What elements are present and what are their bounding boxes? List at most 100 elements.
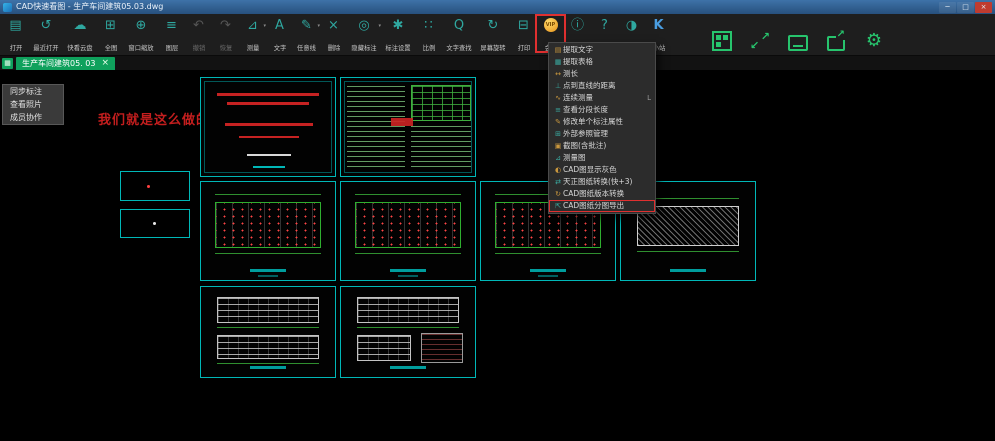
tab-label: 生产车间建筑05. 03 [22,58,95,69]
menu-item-measure-sheet[interactable]: ⊿测量图 [549,152,655,164]
tool-label: 全图 [104,44,117,52]
context-item-member-collab[interactable]: 成员协作 [3,111,63,124]
menu-item-edit-annotation-property[interactable]: ✎修改单个标注属性 [549,116,655,128]
fullscreen-icon[interactable]: ↗↙ [748,29,772,53]
menu-item-label: 外部参照管理 [563,128,608,140]
tool-print[interactable]: ⊟ 打印 [510,14,537,55]
tool-scale[interactable]: ∷比例 [415,14,442,55]
tool-recent[interactable]: ↺最近打开 [29,14,63,55]
maximize-button[interactable]: □ [957,2,974,13]
tool-freeline[interactable]: ✎▾任意线 [293,14,320,55]
menu-item-label: 天正图纸转换(快+3) [563,176,632,188]
split-export-icon: ⇱ [553,203,563,210]
sheet-caption [250,366,286,369]
measure-sheet-icon: ⊿ [553,155,563,162]
tool-cloud[interactable]: ☁ 快看云盘 [63,14,97,55]
drawing-list-icon[interactable]: ▦ [2,58,13,69]
tool-text[interactable]: A 文字 [266,14,293,55]
tool-label: 删除 [327,44,340,52]
menu-item-extract-table[interactable]: ▦提取表格 [549,56,655,68]
tool-annotation-settings[interactable]: ✱标注设置 [381,14,415,55]
tool-label: 文字 [273,44,286,52]
menu-item-label: 查看分段长度 [563,104,608,116]
text-line [239,136,299,138]
undo-icon: ↶ [193,17,204,33]
search-icon: Q [454,17,464,33]
drawing-canvas[interactable]: 我们就是这么做的 [0,71,995,441]
context-item-label: 成员协作 [10,112,42,123]
theme-icon: ◑ [626,17,637,33]
tab-bar: ▦ 生产车间建筑05. 03 × [0,56,995,70]
tool-label: 恢复 [219,44,232,52]
text-line [227,102,309,105]
text-icon: A [275,17,284,33]
menu-item-measure-length[interactable]: ↔测长 [549,68,655,80]
tool-measure[interactable]: ⊿▾测量 [239,14,266,55]
tool-open[interactable]: ▤打开 [2,14,29,55]
menu-item-tianzheng-convert[interactable]: ⇄天正图纸转换(快+3) [549,176,655,188]
section-drawing [357,335,411,361]
menu-item-extract-text[interactable]: ▤提取文字 [549,44,655,56]
share-icon[interactable]: ↗ [824,29,848,53]
main-toolbar: ▤打开 ↺最近打开 ☁ 快看云盘 ⊞全图 ⊕窗口缩放 ≡图层 ↶撤销 ↷恢复 ⊿▾… [0,14,995,56]
menu-item-label: 点到直线的距离 [563,80,616,92]
tab-active-drawing[interactable]: 生产车间建筑05. 03 × [16,57,115,70]
minimize-button[interactable]: ─ [939,2,956,13]
segment-length-icon: ≡ [553,107,563,114]
sheet-caption [250,269,286,272]
menu-item-point-line-distance[interactable]: ⊥点到直线的距离 [549,80,655,92]
red-slogan-text: 我们就是这么做的 [98,109,210,128]
tool-layers[interactable]: ≡图层 [158,14,185,55]
tool-rotate-screen[interactable]: ↻屏幕旋转 [476,14,510,55]
tool-label: 快看云盘 [67,44,92,52]
menu-item-xref-manage[interactable]: ⊞外部参照管理 [549,128,655,140]
cloud-icon: ☁ [74,17,87,33]
close-button[interactable]: × [975,2,992,13]
sheet-caption-sub [538,275,558,277]
floor-plan-drawing [215,202,321,248]
xref-icon: ⊞ [553,131,563,138]
menu-item-split-export[interactable]: ⇱CAD图纸分图导出 [549,200,655,212]
small-frame-2 [120,209,190,238]
tool-hide-annotation[interactable]: ◎▾隐藏标注 [347,14,381,55]
tool-label: 标注设置 [385,44,410,52]
dimension-line [217,327,319,328]
tool-label: 最近打开 [33,44,58,52]
tool-delete[interactable]: × 删除 [320,14,347,55]
red-highlight-block [391,118,413,126]
tool-undo[interactable]: ↶撤销 [185,14,212,55]
printer-icon: ⊟ [518,17,529,33]
menu-item-screenshot[interactable]: ▣截图(含批注) [549,140,655,152]
tab-close-icon[interactable]: × [101,59,109,68]
qr-code-icon[interactable] [710,29,734,53]
delete-icon: × [328,17,339,33]
screen-frame-icon[interactable] [786,29,810,53]
menu-item-version-convert[interactable]: ↻CAD图纸版本转换 [549,188,655,200]
sheet-caption-sub [258,275,278,277]
share-glyph: ↗ [827,36,845,51]
continuous-measure-icon: ∿ [553,95,563,102]
menu-item-continuous-measure[interactable]: ∿连续测量L [549,92,655,104]
elevation-drawing [217,335,319,359]
tool-fit-view[interactable]: ⊞全图 [97,14,124,55]
tool-text-search[interactable]: Q文字查找 [442,14,476,55]
zoom-icon: ⊕ [136,17,147,33]
sheet-caption-sub [398,275,418,277]
qr-glyph [712,31,732,51]
dimension-line [357,327,459,328]
extract-table-icon: ▦ [553,59,563,66]
sheet-floor-plan-1 [200,181,336,281]
menu-item-label: 修改单个标注属性 [563,116,623,128]
vip-dropdown-menu: ▤提取文字 ▦提取表格 ↔测长 ⊥点到直线的距离 ∿连续测量L ≡查看分段长度 … [548,42,656,214]
menu-item-segment-length[interactable]: ≡查看分段长度 [549,104,655,116]
settings-gear-icon[interactable]: ⚙ [862,29,886,53]
tool-redo[interactable]: ↷恢复 [212,14,239,55]
question-icon: ? [601,17,608,33]
context-item-view-photo[interactable]: 查看照片 [3,98,63,111]
tool-window-zoom[interactable]: ⊕窗口缩放 [124,14,158,55]
floor-plan-drawing [355,202,461,248]
tool-label: 打印 [517,44,530,52]
menu-item-gray-display[interactable]: ◐CAD图显示灰色 [549,164,655,176]
context-item-sync-annotation[interactable]: 同步标注 [3,85,63,98]
sheet-floor-plan-2 [340,181,476,281]
